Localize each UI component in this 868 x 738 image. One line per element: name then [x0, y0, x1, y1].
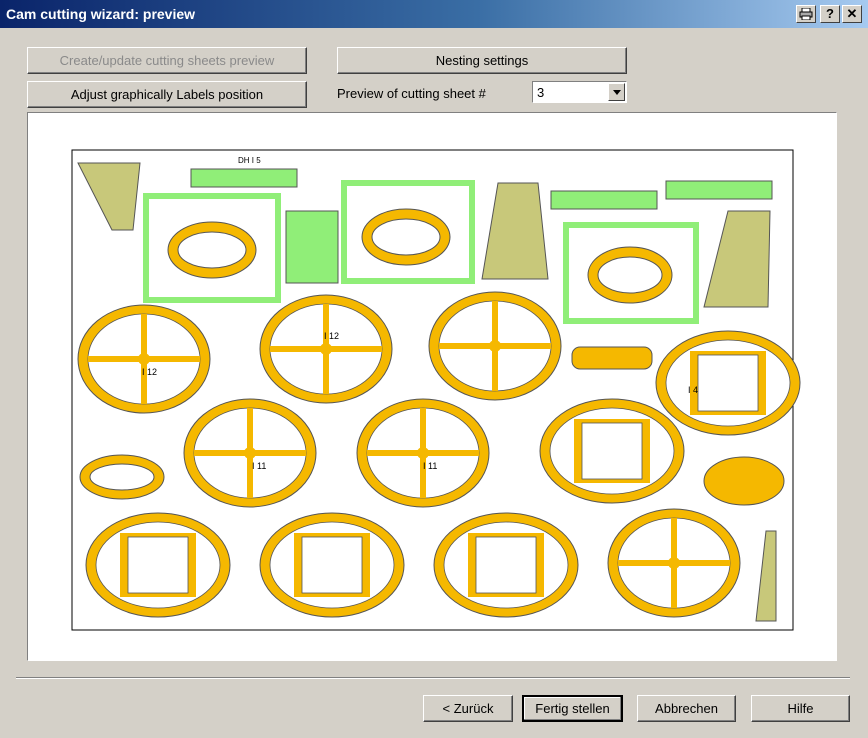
preview-sheet-select[interactable]: 3	[532, 81, 627, 103]
close-icon[interactable]: ✕	[842, 5, 862, 23]
help-button[interactable]: Hilfe	[751, 695, 850, 722]
back-button[interactable]: < Zurück	[423, 695, 513, 722]
spar-part	[190, 168, 298, 188]
part-label: I 12	[324, 331, 339, 341]
spar-part	[285, 210, 339, 284]
spar-part	[665, 180, 773, 200]
spar-part	[550, 190, 658, 210]
square-former-part	[433, 512, 579, 618]
back-prefix: <	[442, 701, 454, 716]
cancel-button[interactable]: Abbrechen	[637, 695, 736, 722]
print-icon[interactable]	[796, 5, 816, 23]
big-former-part	[356, 398, 490, 508]
big-former-part	[259, 294, 393, 404]
small-part	[571, 346, 653, 370]
footer-separator	[16, 677, 850, 679]
chevron-down-icon[interactable]	[608, 83, 625, 101]
square-former-part	[539, 398, 685, 504]
square-former-part	[85, 512, 231, 618]
finish-button[interactable]: Fertig stellen	[522, 695, 623, 722]
square-former-part	[655, 330, 801, 436]
create-update-preview-button[interactable]: Create/update cutting sheets preview	[27, 47, 307, 74]
part-label: I 11	[423, 461, 437, 471]
cutting-sheet-preview: DH I 5 I 12 I 12 I 11 I 11 I 4	[27, 112, 837, 661]
part-label: I 4	[688, 385, 698, 395]
cutting-sheet-canvas: DH I 5 I 12 I 12 I 11 I 11 I 4	[71, 149, 801, 631]
small-former-part	[703, 456, 785, 506]
big-former-part	[607, 508, 741, 618]
spar-label: DH I 5	[238, 156, 261, 165]
preview-sheet-label: Preview of cutting sheet #	[337, 86, 486, 101]
help-icon[interactable]: ?	[820, 5, 840, 23]
big-former-part	[77, 304, 211, 414]
nesting-settings-button[interactable]: Nesting settings	[337, 47, 627, 74]
big-former-part	[183, 398, 317, 508]
back-label: Zurück	[453, 701, 494, 716]
square-former-part	[259, 512, 405, 618]
part-label: I 12	[142, 367, 157, 377]
adjust-labels-position-button[interactable]: Adjust graphically Labels position	[27, 81, 307, 108]
window-title: Cam cutting wizard: preview	[6, 6, 196, 22]
part-label: I 11	[252, 461, 266, 471]
title-bar: Cam cutting wizard: preview ? ✕	[0, 0, 868, 28]
big-former-part	[428, 291, 562, 401]
preview-sheet-value: 3	[537, 85, 545, 100]
